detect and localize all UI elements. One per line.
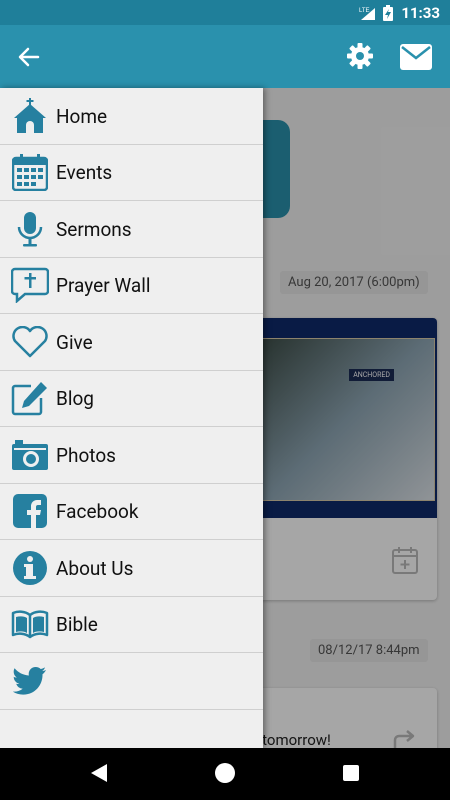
menu-item-label: Facebook — [56, 499, 139, 523]
book-icon — [11, 605, 49, 643]
menu-item-prayer-wall[interactable]: Prayer Wall — [0, 257, 263, 314]
menu-item-twitter[interactable] — [0, 653, 263, 710]
status-bar: LTE 11:33 — [0, 0, 450, 25]
battery-charging-icon — [383, 4, 394, 21]
menu-item-label: Home — [56, 104, 108, 128]
nav-back-icon[interactable] — [90, 763, 108, 783]
microphone-icon — [11, 210, 49, 248]
menu-item-facebook[interactable]: Facebook — [0, 483, 263, 540]
menu-item-label: Events — [56, 160, 113, 184]
app-bar — [0, 25, 450, 88]
facebook-icon — [11, 492, 49, 530]
arrow-left-icon[interactable] — [14, 43, 44, 71]
menu-item-bible[interactable]: Bible — [0, 596, 263, 653]
calendar-icon — [11, 153, 49, 191]
menu-item-label: Photos — [56, 443, 116, 467]
gear-icon[interactable] — [346, 42, 374, 70]
nav-recents-icon[interactable] — [343, 765, 359, 781]
menu-item-photos[interactable]: Photos — [0, 427, 263, 484]
menu-item-label: Sermons — [56, 217, 132, 241]
menu-item-sermons[interactable]: Sermons — [0, 201, 263, 258]
info-icon — [11, 549, 49, 587]
prayer-bubble-icon — [11, 266, 49, 304]
heart-icon — [11, 323, 49, 361]
network-type: LTE — [359, 8, 370, 14]
clock: 11:33 — [401, 3, 440, 22]
menu-item-label: Prayer Wall — [56, 273, 151, 297]
camera-icon — [11, 436, 49, 474]
church-icon — [11, 97, 49, 135]
system-navigation-bar — [0, 748, 450, 800]
menu-item-label: About Us — [56, 556, 134, 580]
pencil-edit-icon — [11, 379, 49, 417]
envelope-icon[interactable] — [400, 44, 432, 70]
menu-item-give[interactable]: Give — [0, 314, 263, 371]
nav-home-icon[interactable] — [215, 763, 235, 783]
menu-item-about-us[interactable]: About Us — [0, 540, 263, 597]
menu-item-home[interactable]: Home — [0, 88, 263, 145]
status-icons: LTE 11:33 — [359, 0, 440, 25]
signal-icon: LTE — [359, 7, 376, 20]
menu-item-events[interactable]: Events — [0, 144, 263, 201]
menu-item-label: Bible — [56, 612, 98, 636]
menu-item-label: Give — [56, 330, 93, 354]
menu-item-blog[interactable]: Blog — [0, 370, 263, 427]
menu-item-label: Blog — [56, 386, 94, 410]
navigation-drawer: Home Events Sermons Prayer Wall Give Blo… — [0, 88, 263, 748]
twitter-icon — [11, 662, 49, 700]
